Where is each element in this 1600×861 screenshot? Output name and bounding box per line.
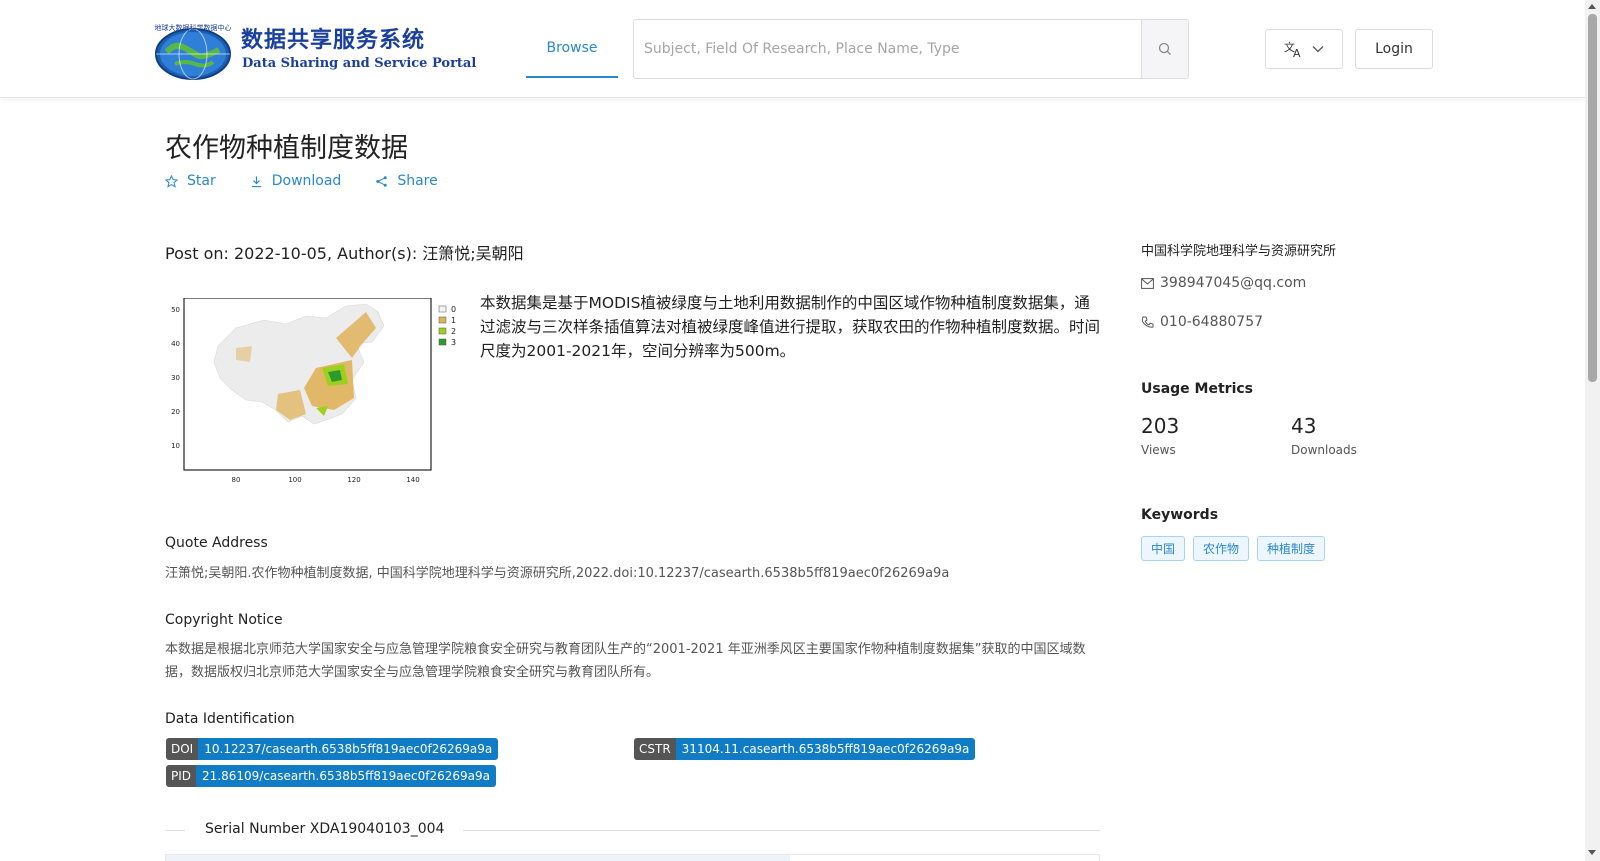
map-x-ticks: 80 100 120 140 bbox=[232, 476, 420, 484]
divider-line bbox=[463, 830, 1100, 831]
y-tick-label: 20 bbox=[171, 408, 180, 416]
phone-icon bbox=[1141, 316, 1154, 328]
organization-name: 中国科学院地理科学与资源研究所 bbox=[1141, 244, 1337, 259]
dataset-description: 本数据集是基于MODIS植被绿度与土地利用数据制作的中国区域作物种植制度数据集，… bbox=[480, 294, 1101, 360]
contact-phone[interactable]: 010-64880757 bbox=[1141, 314, 1263, 330]
divider-line bbox=[165, 830, 185, 831]
active-tab[interactable] bbox=[166, 855, 790, 861]
translate-icon: 文 A bbox=[1284, 40, 1301, 58]
search-icon bbox=[1158, 42, 1171, 55]
legend-label: 2 bbox=[451, 327, 456, 336]
y-tick-label: 50 bbox=[171, 306, 180, 314]
legend-swatch bbox=[438, 305, 447, 313]
x-tick-label: 140 bbox=[406, 476, 419, 484]
scroll-down-arrow-icon[interactable] bbox=[1588, 850, 1596, 855]
dataset-title: 农作物种植制度数据 bbox=[165, 133, 408, 164]
post-meta: Post on: 2022-10-05, Author(s): 汪箫悦;吴朝阳 bbox=[165, 244, 524, 263]
download-button[interactable]: Download bbox=[250, 173, 342, 189]
login-button[interactable]: Login bbox=[1355, 29, 1433, 69]
legend-swatch bbox=[438, 327, 447, 335]
doi-badge[interactable]: DOI 10.12237/casearth.6538b5ff819aec0f26… bbox=[166, 738, 499, 760]
mail-icon bbox=[1141, 277, 1154, 289]
legend-swatch bbox=[438, 338, 447, 346]
map-legend: 0 1 2 3 bbox=[438, 305, 456, 347]
scrollbar-thumb[interactable] bbox=[1588, 14, 1597, 382]
content-tabs[interactable] bbox=[165, 854, 1100, 861]
legend-label: 3 bbox=[451, 338, 456, 347]
nav-browse-tab[interactable]: Browse bbox=[526, 0, 618, 78]
legend-swatch bbox=[438, 316, 447, 324]
pid-badge[interactable]: PID 21.86109/casearth.6538b5ff819aec0f26… bbox=[166, 765, 496, 787]
dataset-thumbnail-map[interactable]: 50 40 30 20 10 80 100 120 140 0 1 2 3 bbox=[166, 298, 462, 490]
cstr-badge-value: 31104.11.casearth.6538b5ff819aec0f26269a… bbox=[675, 738, 976, 760]
y-tick-label: 40 bbox=[171, 340, 180, 348]
x-tick-label: 120 bbox=[347, 476, 360, 484]
serial-number: Serial Number XDA19040103_004 bbox=[205, 821, 445, 837]
map-y-ticks: 50 40 30 20 10 bbox=[171, 306, 180, 450]
legend-label: 0 bbox=[451, 305, 456, 314]
x-tick-label: 80 bbox=[232, 476, 241, 484]
keyword-tag[interactable]: 中国 bbox=[1141, 536, 1186, 561]
keyword-tag[interactable]: 农作物 bbox=[1193, 536, 1250, 561]
logo-title: 数据共享服务系统 bbox=[241, 27, 426, 53]
y-tick-label: 10 bbox=[171, 442, 180, 450]
logo-emblem-text: 地球大数据科学数据中心 bbox=[155, 23, 232, 32]
download-icon bbox=[251, 175, 261, 187]
share-label: Share bbox=[397, 173, 438, 189]
search-box bbox=[633, 19, 1189, 79]
keywords-title: Keywords bbox=[1141, 507, 1219, 523]
star-button[interactable]: Star bbox=[165, 173, 216, 189]
star-label: Star bbox=[187, 173, 216, 189]
pid-badge-value: 21.86109/casearth.6538b5ff819aec0f26269a… bbox=[196, 765, 496, 787]
star-icon bbox=[165, 174, 178, 188]
data-identification-title: Data Identification bbox=[165, 711, 295, 727]
y-tick-label: 30 bbox=[171, 374, 180, 382]
downloads-count: 43 bbox=[1291, 414, 1317, 438]
quote-address-text: 汪箫悦;吴朝阳.农作物种植制度数据, 中国科学院地理科学与资源研究所,2022.… bbox=[165, 566, 950, 581]
copyright-text: 本数据是根据北京师范大学国家安全与应急管理学院粮食安全研究与教育团队生产的“20… bbox=[165, 642, 1086, 680]
cstr-badge[interactable]: CSTR 31104.11.casearth.6538b5ff819aec0f2… bbox=[634, 738, 976, 760]
doi-badge-value: 10.12237/casearth.6538b5ff819aec0f26269a… bbox=[198, 738, 499, 760]
pid-badge-key: PID bbox=[166, 765, 197, 787]
top-header: 地球大数据科学数据中心 数据共享服务系统 Data Sharing and Se… bbox=[0, 0, 1585, 98]
dataset-actions: Star Download Share bbox=[165, 173, 438, 189]
contact-email[interactable]: 398947045@qq.com bbox=[1141, 275, 1306, 291]
views-label: Views bbox=[1141, 443, 1176, 457]
keyword-tag[interactable]: 种植制度 bbox=[1257, 536, 1326, 561]
downloads-label: Downloads bbox=[1291, 443, 1357, 457]
search-button[interactable] bbox=[1141, 20, 1188, 78]
site-logo[interactable]: 地球大数据科学数据中心 数据共享服务系统 Data Sharing and Se… bbox=[153, 20, 476, 80]
globe-logo-icon: 地球大数据科学数据中心 bbox=[155, 23, 232, 80]
legend-label: 1 bbox=[451, 316, 456, 325]
phone-text: 010-64880757 bbox=[1160, 314, 1264, 330]
share-icon bbox=[376, 175, 388, 187]
share-button[interactable]: Share bbox=[375, 173, 438, 189]
usage-metrics-title: Usage Metrics bbox=[1141, 381, 1253, 397]
language-selector[interactable]: 文 A bbox=[1265, 29, 1343, 69]
copyright-title: Copyright Notice bbox=[165, 612, 283, 628]
search-input[interactable] bbox=[634, 20, 1141, 78]
chevron-down-icon bbox=[1312, 46, 1324, 53]
download-label: Download bbox=[271, 173, 342, 189]
x-tick-label: 100 bbox=[288, 476, 301, 484]
scroll-up-arrow-icon[interactable] bbox=[1588, 4, 1596, 9]
cstr-badge-key: CSTR bbox=[634, 738, 676, 760]
logo-subtitle: Data Sharing and Service Portal bbox=[242, 56, 477, 71]
svg-text:A: A bbox=[1293, 47, 1301, 58]
keyword-list: 中国 农作物 种植制度 bbox=[1141, 536, 1326, 561]
quote-address-title: Quote Address bbox=[165, 535, 268, 551]
views-count: 203 bbox=[1141, 414, 1180, 438]
doi-badge-key: DOI bbox=[166, 738, 199, 760]
page-scrollbar[interactable] bbox=[1585, 0, 1600, 861]
serial-number-divider: Serial Number XDA19040103_004 bbox=[165, 818, 1100, 842]
email-text: 398947045@qq.com bbox=[1160, 275, 1307, 291]
